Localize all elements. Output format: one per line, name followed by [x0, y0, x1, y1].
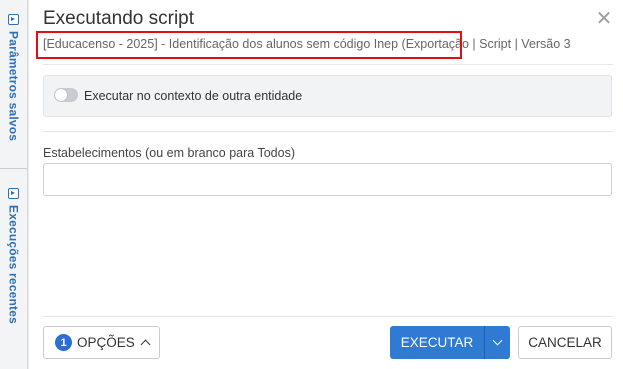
execute-button[interactable]: EXECUTAR	[390, 326, 484, 359]
establishments-label: Estabelecimentos (ou em branco para Todo…	[43, 146, 295, 160]
cancel-button[interactable]: CANCELAR	[518, 326, 612, 359]
establishments-input[interactable]	[43, 163, 612, 196]
execute-script-dialog: Executando script ✕ [Educacenso - 2025] …	[29, 0, 623, 369]
chevron-down-icon	[492, 335, 503, 346]
options-button[interactable]: 1 OPÇÕES	[43, 326, 160, 359]
script-meta: | Script | Versão 3	[468, 37, 571, 51]
tab-saved-parameters[interactable]: Parâmetros salvos	[0, 14, 27, 141]
context-toggle[interactable]	[54, 88, 78, 102]
execute-dropdown-button[interactable]	[484, 326, 510, 359]
section-divider	[43, 131, 613, 132]
options-label: OPÇÕES	[77, 335, 135, 350]
expand-panel-icon	[8, 188, 19, 199]
side-rail: Parâmetros salvos Execuções recentes	[0, 0, 28, 369]
tab-recent-executions-label: Execuções recentes	[6, 205, 21, 325]
context-toggle-label: Executar no contexto de outra entidade	[84, 89, 303, 103]
tab-recent-executions[interactable]: Execuções recentes	[0, 188, 27, 324]
header-divider	[43, 64, 613, 65]
chevron-up-icon	[140, 339, 151, 350]
context-panel: Executar no contexto de outra entidade	[43, 75, 612, 117]
dialog-title: Executando script	[43, 8, 195, 29]
rail-divider	[0, 168, 27, 169]
footer-divider	[43, 316, 613, 317]
tab-saved-parameters-label: Parâmetros salvos	[6, 31, 21, 142]
script-subtitle: [Educacenso - 2025] - Identificação dos …	[43, 37, 571, 51]
close-icon[interactable]: ✕	[595, 9, 613, 29]
expand-panel-icon	[8, 14, 19, 25]
script-name: [Educacenso - 2025] - Identificação dos …	[43, 37, 469, 51]
options-count-badge: 1	[55, 334, 72, 351]
